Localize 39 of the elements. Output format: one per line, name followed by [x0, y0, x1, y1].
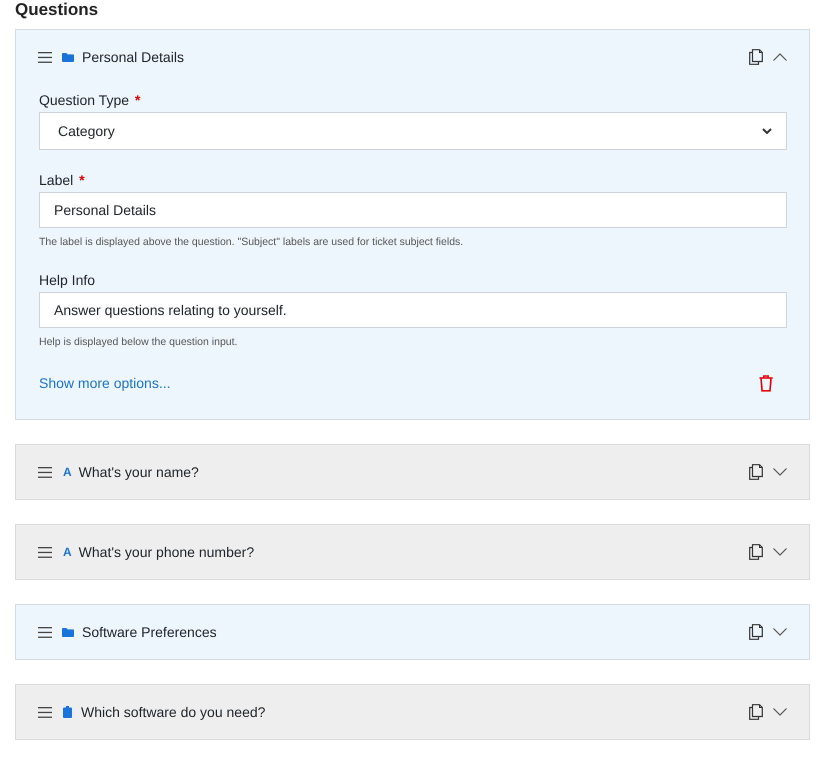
folder-icon: [62, 628, 74, 636]
text-input-field[interactable]: Answer questions relating to yourself.: [39, 292, 787, 328]
chevron-down-icon[interactable]: [773, 468, 787, 476]
menu-icon[interactable]: [38, 52, 52, 62]
show-more-link[interactable]: Show more options...: [39, 373, 171, 393]
copy-icon[interactable]: [749, 544, 763, 560]
question-title: Personal Details: [82, 48, 184, 66]
letter-icon: A: [63, 546, 72, 558]
field-label: Question Type: [39, 92, 130, 108]
copy-icon[interactable]: [749, 49, 763, 65]
section-heading: Questions: [15, 0, 98, 20]
copy-icon[interactable]: [749, 704, 763, 720]
chevron-down-icon[interactable]: [773, 708, 787, 716]
chevron-down-icon[interactable]: [773, 548, 787, 556]
field-hint: The label is displayed above the question. "Subject" labels are used for ticket subject fields.: [39, 235, 464, 250]
trash-icon[interactable]: [759, 374, 773, 392]
copy-icon[interactable]: [749, 464, 763, 480]
field-label: Help Info: [39, 272, 96, 288]
question-title: What's your phone number?: [78, 543, 254, 561]
copy-icon[interactable]: [749, 624, 763, 640]
chevron-down-icon[interactable]: [773, 628, 787, 636]
menu-icon[interactable]: [38, 466, 52, 478]
menu-icon[interactable]: [38, 626, 52, 638]
required-mark: *: [79, 172, 85, 188]
letter-icon: A: [63, 466, 72, 478]
question-title: Which software do you need?: [81, 703, 266, 721]
menu-icon[interactable]: [38, 706, 52, 718]
clipboard-icon: [63, 706, 72, 718]
text-input-field[interactable]: Personal Details: [39, 192, 787, 228]
field-label: Label: [39, 172, 74, 188]
question-title: What's your name?: [78, 463, 199, 481]
required-mark: *: [134, 92, 140, 108]
folder-icon: [62, 52, 74, 62]
chevron-down-icon: [762, 128, 772, 134]
field-hint: Help is displayed below the question input.: [39, 335, 238, 350]
chevron-up-icon[interactable]: [773, 53, 787, 61]
question-title: Software Preferences: [82, 623, 217, 641]
question-type-select[interactable]: Category: [39, 112, 787, 150]
menu-icon[interactable]: [38, 546, 52, 558]
